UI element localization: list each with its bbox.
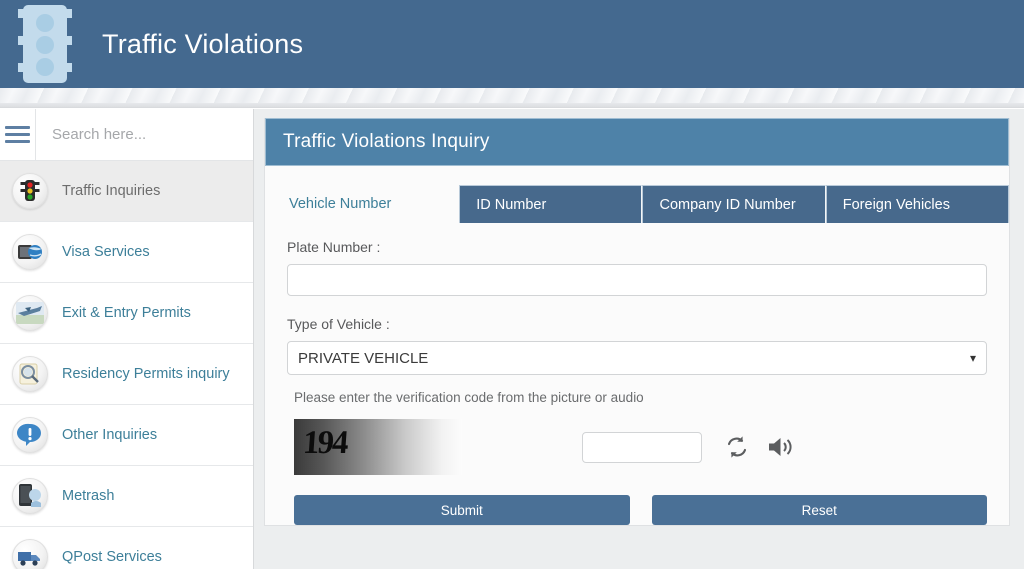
magnifier-document-icon	[12, 356, 48, 392]
sidebar-item-label: Other Inquiries	[62, 427, 158, 443]
plate-number-input[interactable]	[287, 264, 987, 296]
sidebar-item-other-inquiries[interactable]: Other Inquiries	[0, 405, 253, 466]
inquiry-form: Plate Number : Type of Vehicle : PRIVATE…	[265, 223, 1009, 485]
sidebar-item-label: Exit & Entry Permits	[62, 305, 191, 321]
tab-label: Vehicle Number	[289, 196, 392, 212]
tab-foreign-vehicles[interactable]: Foreign Vehicles	[825, 185, 1010, 223]
page-body: Traffic Inquiries Visa Services	[0, 109, 1024, 569]
tab-vehicle-number[interactable]: Vehicle Number	[265, 185, 459, 223]
plate-number-label: Plate Number :	[287, 239, 381, 255]
vehicle-type-select[interactable]: PRIVATE VEHICLE	[287, 341, 987, 375]
tab-company-id-number[interactable]: Company ID Number	[642, 185, 826, 223]
tab-label: Foreign Vehicles	[842, 196, 950, 213]
captcha-code-text: 194	[301, 425, 348, 461]
sidebar-item-label: Traffic Inquiries	[62, 183, 161, 199]
sidebar: Traffic Inquiries Visa Services	[0, 109, 254, 569]
tab-label: Company ID Number	[659, 196, 796, 213]
sidebar-item-label: Metrash	[62, 488, 115, 504]
submit-button[interactable]: Submit	[294, 495, 630, 525]
captcha-hint-text: Please enter the verification code from …	[294, 390, 644, 405]
sidebar-item-label: Visa Services	[62, 244, 150, 260]
captcha-row: 194	[287, 419, 987, 475]
decorative-pattern-band	[0, 88, 1024, 108]
airplane-icon	[12, 295, 48, 331]
sidebar-item-label: Residency Permits inquiry	[62, 366, 230, 382]
sidebar-item-traffic-inquiries[interactable]: Traffic Inquiries	[0, 161, 253, 222]
sidebar-item-qpost-services[interactable]: QPost Services	[0, 527, 253, 569]
app-root: Traffic Violations Search here... Traffi…	[0, 0, 1024, 569]
sidebar-item-visa-services[interactable]: Visa Services	[0, 222, 253, 283]
sidebar-item-residency-permits-inquiry[interactable]: Residency Permits inquiry	[0, 344, 253, 405]
tab-id-number[interactable]: ID Number	[459, 185, 643, 223]
form-actions: Submit Reset	[265, 485, 1009, 525]
app-header: Traffic Violations	[0, 0, 1024, 88]
main-content: Traffic Violations Inquiry Vehicle Numbe…	[254, 109, 1024, 569]
tab-bar: Vehicle Number ID Number Company ID Numb…	[265, 166, 1010, 223]
sidebar-item-metrash[interactable]: Metrash	[0, 466, 253, 527]
refresh-icon[interactable]	[724, 434, 750, 460]
sidebar-item-label: QPost Services	[62, 549, 162, 565]
reset-button[interactable]: Reset	[651, 495, 987, 525]
search-input[interactable]	[36, 109, 253, 160]
delivery-truck-icon	[12, 539, 48, 569]
mobile-phone-icon	[12, 478, 48, 514]
vehicle-type-label: Type of Vehicle :	[287, 316, 390, 332]
captcha-input[interactable]	[582, 431, 702, 463]
sidebar-search-row	[0, 109, 253, 161]
tab-label: ID Number	[476, 196, 547, 213]
captcha-image: 194	[294, 419, 462, 475]
inquiry-panel: Traffic Violations Inquiry Vehicle Numbe…	[264, 118, 1010, 526]
exclamation-bubble-icon	[12, 417, 48, 453]
traffic-light-icon	[12, 173, 48, 209]
traffic-light-icon	[14, 5, 76, 83]
hamburger-menu-icon[interactable]	[0, 109, 36, 161]
sidebar-item-exit-entry-permits[interactable]: Exit & Entry Permits	[0, 283, 253, 344]
panel-title: Traffic Violations Inquiry	[265, 118, 1009, 166]
globe-passport-icon	[12, 234, 48, 270]
speaker-audio-icon[interactable]	[767, 434, 795, 460]
app-title: Traffic Violations	[102, 28, 304, 59]
